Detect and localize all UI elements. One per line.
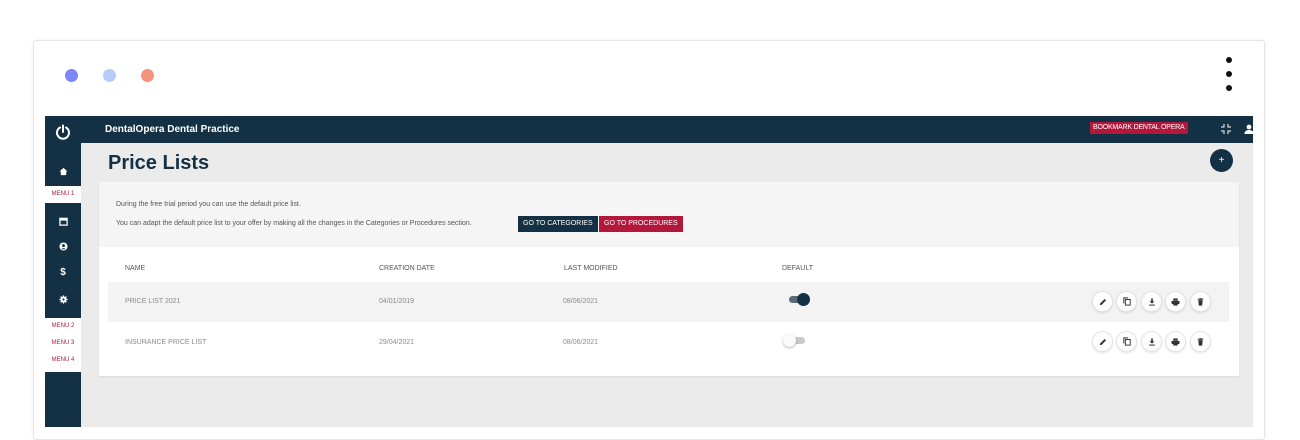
default-toggle-on[interactable] xyxy=(787,293,810,306)
column-header-last-modified: LAST MODIFIED xyxy=(564,265,618,272)
column-header-name: NAME xyxy=(125,265,146,272)
go-to-procedures-button[interactable]: GO TO PROCEDURES xyxy=(599,216,683,232)
bookmark-button[interactable]: BOOKMARK DENTAL OPERA xyxy=(1090,122,1188,134)
edit-icon[interactable] xyxy=(1092,291,1113,312)
window-dot-orange xyxy=(141,69,154,82)
default-toggle-off[interactable] xyxy=(783,334,805,347)
row-creation-date: 04/01/2019 xyxy=(379,298,415,305)
print-icon[interactable] xyxy=(1165,331,1186,352)
row-last-modified: 08/06/2021 xyxy=(563,298,599,305)
sidebar: MENU 1 $ MENU 2 MENU 3 MENU 4 xyxy=(45,116,81,427)
print-icon[interactable] xyxy=(1165,291,1186,312)
table-row[interactable]: PRICE LIST 2021 04/01/2019 08/06/2021 xyxy=(108,282,1229,322)
window-dot-lightblue xyxy=(103,69,116,82)
add-price-list-button[interactable]: + xyxy=(1210,149,1233,172)
notice-line-1: During the free trial period you can use… xyxy=(116,201,301,208)
calendar-icon[interactable] xyxy=(45,213,81,229)
patient-icon[interactable] xyxy=(45,238,81,254)
compress-icon[interactable] xyxy=(1219,122,1233,136)
sidebar-menu-3[interactable]: MENU 3 xyxy=(45,339,81,347)
delete-icon[interactable] xyxy=(1190,331,1211,352)
user-icon[interactable] xyxy=(1242,122,1253,136)
download-icon[interactable] xyxy=(1141,291,1162,312)
go-to-categories-button[interactable]: GO TO CATEGORIES xyxy=(518,216,598,232)
row-name: PRICE LIST 2021 xyxy=(125,298,181,305)
sidebar-menu-2[interactable]: MENU 2 xyxy=(45,322,81,330)
trial-notice: During the free trial period you can use… xyxy=(99,182,1239,247)
page-title: Price Lists xyxy=(108,152,210,174)
column-header-default: DEFAULT xyxy=(782,265,813,272)
sidebar-menu-4[interactable]: MENU 4 xyxy=(45,356,81,364)
power-icon[interactable] xyxy=(45,121,81,143)
gear-icon[interactable] xyxy=(45,291,81,307)
notice-line-2: You can adapt the default price list to … xyxy=(116,220,472,227)
table-row[interactable]: INSURANCE PRICE LIST 29/04/2021 08/06/20… xyxy=(108,322,1229,362)
dollar-icon[interactable]: $ xyxy=(45,264,81,280)
download-icon[interactable] xyxy=(1141,331,1162,352)
row-name: INSURANCE PRICE LIST xyxy=(125,339,207,346)
home-icon[interactable] xyxy=(45,163,81,179)
column-header-creation-date: CREATION DATE xyxy=(379,265,435,272)
copy-icon[interactable] xyxy=(1116,331,1137,352)
delete-icon[interactable] xyxy=(1190,291,1211,312)
row-last-modified: 08/06/2021 xyxy=(563,339,599,346)
app-shell: MENU 1 $ MENU 2 MENU 3 MENU 4 DentalOper… xyxy=(45,116,1253,427)
window-dot-blue xyxy=(65,69,78,82)
copy-icon[interactable] xyxy=(1116,291,1137,312)
sidebar-menu-1[interactable]: MENU 1 xyxy=(45,190,81,198)
row-creation-date: 29/04/2021 xyxy=(379,339,415,346)
edit-icon[interactable] xyxy=(1092,331,1113,352)
brand-name: DentalOpera Dental Practice xyxy=(105,124,240,135)
more-options-icon[interactable] xyxy=(1225,57,1233,97)
top-bar: DentalOpera Dental Practice BOOKMARK DEN… xyxy=(81,116,1253,143)
price-list-card: During the free trial period you can use… xyxy=(99,182,1239,376)
